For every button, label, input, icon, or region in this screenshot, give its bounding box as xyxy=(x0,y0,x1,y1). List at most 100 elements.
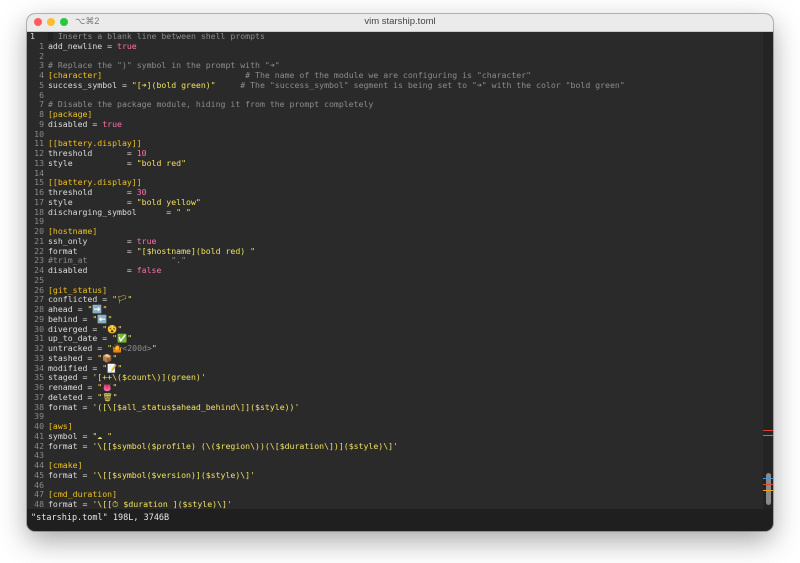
token-sec: [git_status] xyxy=(48,284,108,295)
token-str: "☁ " xyxy=(92,430,113,441)
token-cm: #trim_at "." xyxy=(48,255,187,266)
title-bar[interactable]: ⌥⌘2 vim starship.toml xyxy=(27,14,773,32)
token-key: format = xyxy=(48,499,93,509)
code-line[interactable]: 40 [aws] xyxy=(27,421,763,432)
code-line[interactable]: 7 # Disable the package module, hiding it… xyxy=(27,99,763,110)
token-cm: <200d> xyxy=(122,343,152,353)
code-line[interactable]: 33 stashed = "📦" xyxy=(27,352,763,364)
token-key: symbol = xyxy=(48,430,93,441)
token-key: success_symbol = xyxy=(48,79,132,90)
scroll-marker xyxy=(763,478,773,479)
code-line[interactable]: 43 xyxy=(27,450,763,461)
code-line[interactable]: 29 behind = "⬅️" xyxy=(27,314,763,325)
token-str: "🤷 xyxy=(107,343,123,353)
scrollbar[interactable] xyxy=(763,32,773,509)
token-key: conflicted = xyxy=(48,294,113,305)
token-key: style = xyxy=(48,157,137,168)
token-str: "[➜](bold green)" xyxy=(131,79,216,90)
code-text: disabled = false xyxy=(48,265,161,276)
token-str: "bold red" xyxy=(136,157,187,168)
token-str: "[$hostname](bold red) " xyxy=(136,245,256,256)
token-str: "📝" xyxy=(102,362,123,373)
token-str: '\[[$symbol($profile) (\($region\))(\[$d… xyxy=(92,440,398,451)
status-message: "starship.toml" 198L, 3746B xyxy=(31,513,170,523)
token-key: threshold = xyxy=(48,187,137,197)
line-number: 1 xyxy=(30,32,35,41)
token-key: format = xyxy=(48,469,93,480)
vim-editor-buffer[interactable]: 1 █ Inserts a blank line between shell pr… xyxy=(27,32,763,509)
code-line[interactable]: 18 discharging_symbol = " " xyxy=(27,206,763,218)
code-line[interactable]: 36 renamed = "👅" xyxy=(27,382,763,393)
code-line[interactable]: 19 xyxy=(27,216,763,227)
code-line[interactable]: 30 diverged = "😵" xyxy=(27,323,763,335)
line-number: 4 xyxy=(39,70,44,80)
scroll-marker xyxy=(763,490,773,491)
token-key: ahead = xyxy=(48,304,88,314)
code-line[interactable]: 39 xyxy=(27,411,763,422)
token-str: " " xyxy=(176,206,191,217)
code-line[interactable]: 48 format = '\[[⏱ $duration ]($style)\]' xyxy=(27,499,763,509)
token-key: format = xyxy=(48,440,93,451)
token-key: threshold = xyxy=(48,148,137,158)
line-number: 48 xyxy=(34,499,44,509)
code-line[interactable]: 27 conflicted = "🏳" xyxy=(27,294,763,305)
token-key: staged = xyxy=(48,372,93,383)
token-key: add_newline = xyxy=(48,40,118,51)
code-line[interactable]: 9 disabled = true xyxy=(27,118,763,130)
token-val: 10 xyxy=(136,148,147,158)
token-key: disabled = xyxy=(48,118,103,129)
code-line[interactable]: 32 untracked = "🤷<200d>" xyxy=(27,343,763,354)
token-sec: [character] xyxy=(48,70,103,80)
code-line[interactable]: 5 success_symbol = "[➜](bold green)" # Th… xyxy=(27,79,763,91)
token-key: discharging_symbol = xyxy=(48,206,177,217)
token-key: diverged = xyxy=(48,323,103,334)
line-number: 5 xyxy=(39,79,44,90)
token-key: disabled = xyxy=(48,265,137,275)
line-number: 2 xyxy=(39,50,44,61)
code-line[interactable]: 24 disabled = false xyxy=(27,265,763,276)
code-line[interactable]: 1 add_newline = true xyxy=(27,40,763,52)
code-line[interactable]: 42 format = '\[[$symbol($profile) (\($reg… xyxy=(27,440,763,452)
code-line[interactable]: 1 █ Inserts a blank line between shell pr… xyxy=(27,32,763,42)
token-str: "➡️" xyxy=(87,304,108,314)
code-text: format = '\[[$symbol($profile) (\($regio… xyxy=(48,440,398,452)
token-str: "bold yellow" xyxy=(136,196,201,207)
token-str: "👅" xyxy=(97,382,118,392)
token-key: format = xyxy=(48,401,93,412)
token-str: " xyxy=(151,343,157,353)
scroll-marker xyxy=(763,484,773,485)
token-val: 30 xyxy=(136,187,147,197)
token-str: '\[[$symbol($version)]($style)\]' xyxy=(92,469,256,480)
token-key: ssh_only = xyxy=(48,235,137,246)
token-str: "📦" xyxy=(97,352,118,363)
code-line[interactable]: 25 xyxy=(27,275,763,286)
code-text: success_symbol = "[➜](bold green)" # The… xyxy=(48,79,625,91)
code-line[interactable]: 46 xyxy=(27,480,763,491)
token-str: "😵" xyxy=(102,323,123,334)
code-text: format = '\[[⏱ $duration ]($style)\]' xyxy=(48,499,232,509)
token-key: format = xyxy=(48,245,137,256)
token-cm: # Replace the ")" symbol in the prompt w… xyxy=(48,60,280,71)
code-text: format = '([\[$all_status$ahead_behind\]… xyxy=(48,401,299,413)
code-text: # Disable the package module, hiding it … xyxy=(48,99,373,110)
code-line[interactable]: 13 style = "bold red" xyxy=(27,157,763,169)
line-number: 7 xyxy=(39,99,44,110)
token-key: style = xyxy=(48,196,137,207)
token-val: true xyxy=(136,235,157,246)
code-line[interactable]: 8 [package] xyxy=(27,109,763,120)
token-str: '\[[⏱ $duration ]($style)\]' xyxy=(92,499,232,509)
code-line[interactable]: 38 format = '([\[$all_status$ahead_behind… xyxy=(27,401,763,413)
token-sec: [[battery.display]] xyxy=(48,177,142,188)
code-line[interactable]: 35 staged = '[++\($count\)](green)' xyxy=(27,372,763,383)
code-line[interactable]: 45 format = '\[[$symbol($version)]($style… xyxy=(27,469,763,481)
scroll-marker xyxy=(763,435,773,436)
token-str: "🗑" xyxy=(97,391,118,402)
code-line[interactable]: 26 [git_status] xyxy=(27,284,763,296)
token-sec: [package] xyxy=(48,109,93,119)
line-number: 3 xyxy=(39,60,44,71)
code-line[interactable]: 28 ahead = "➡️" xyxy=(27,304,763,315)
terminal-window: ⌥⌘2 vim starship.toml 1 █ Inserts a blank… xyxy=(27,14,773,531)
token-sec: [hostname] xyxy=(48,226,98,236)
token-val: true xyxy=(102,118,122,129)
token-cm: Inserts a blank line between shell promp… xyxy=(52,32,265,41)
